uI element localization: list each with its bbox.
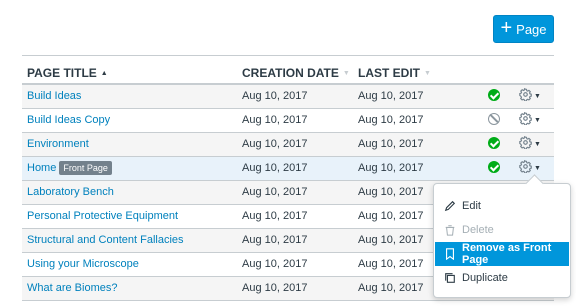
menu-item-duplicate[interactable]: Duplicate [434,266,570,290]
page-title-link[interactable]: Home [27,162,56,174]
gear-icon [519,88,532,104]
last-edit-cell: Aug 10, 2017 [353,108,481,133]
unpublished-icon[interactable] [488,112,500,125]
published-check-icon[interactable] [488,136,500,149]
actions-cell: ▼ [509,84,554,109]
status-cell [481,132,509,157]
page-title-link[interactable]: What are Biomes? [27,282,117,294]
duplicate-icon [443,272,456,285]
page-title-link[interactable]: Using your Microscope [27,258,139,270]
creation-date-cell: Aug 10, 2017 [237,84,353,109]
status-cell [481,156,509,181]
creation-date-cell: Aug 10, 2017 [237,156,353,181]
menu-item-label: Remove as Front Page [462,242,552,266]
gear-icon [519,135,532,152]
table-row: Home Front Page Aug 10, 2017 Aug 10, 2017… [22,156,554,181]
menu-item-label: Delete [462,224,494,236]
page-title-cell: Build Ideas [22,84,237,109]
column-header-creation-date[interactable]: CREATION DATE ▼ [237,62,353,85]
caret-down-icon: ▼ [534,92,541,100]
plus-icon: + [500,17,513,39]
column-header-status [481,62,509,85]
creation-date-cell: Aug 10, 2017 [237,204,353,229]
settings-gear-button[interactable]: ▼ [519,111,541,128]
bookmark-icon [444,248,456,261]
pencil-icon [443,200,456,213]
status-cell [481,108,509,133]
caret-down-icon: ▼ [534,140,541,148]
creation-date-cell: Aug 10, 2017 [237,180,353,205]
creation-date-cell: Aug 10, 2017 [237,276,353,301]
creation-date-cell: Aug 10, 2017 [237,228,353,253]
menu-item-edit[interactable]: Edit [434,194,570,218]
page-title-cell: Environment [22,132,237,157]
gear-icon [519,159,532,176]
page-title-cell: Build Ideas Copy [22,108,237,133]
menu-item-label: Edit [462,200,481,212]
creation-date-cell: Aug 10, 2017 [237,108,353,133]
last-edit-cell: Aug 10, 2017 [353,132,481,157]
divider [22,55,554,56]
gear-icon [519,111,532,128]
table-row: Build Ideas Copy Aug 10, 2017 Aug 10, 20… [22,108,554,133]
actions-cell: ▼ [509,108,554,133]
sort-icon: ▼ [342,69,350,77]
page-actions-menu: Edit Delete Remove as Front Page Duplicate [433,183,571,298]
menu-item-remove-as-front-page[interactable]: Remove as Front Page [435,242,569,266]
page-title-link[interactable]: Structural and Content Fallacies [27,234,184,246]
add-page-button[interactable]: + Page [493,15,554,43]
table-row: Build Ideas Aug 10, 2017 Aug 10, 2017 ▼ [22,84,554,109]
caret-down-icon: ▼ [534,116,541,124]
menu-item-delete[interactable]: Delete [434,218,570,242]
caret-down-icon: ▼ [534,164,541,172]
page-title-link[interactable]: Build Ideas [27,90,81,102]
last-edit-cell: Aug 10, 2017 [353,84,481,109]
page-title-cell: What are Biomes? [22,276,237,301]
status-cell [481,84,509,109]
settings-gear-button[interactable]: ▼ [519,135,541,152]
table-row: Environment Aug 10, 2017 Aug 10, 2017 ▼ [22,132,554,157]
settings-gear-button[interactable]: ▼ [519,88,541,104]
last-edit-cell: Aug 10, 2017 [353,156,481,181]
settings-gear-button[interactable]: ▼ [519,159,541,176]
sort-icon: ▼ [424,69,431,77]
creation-date-cell: Aug 10, 2017 [237,252,353,277]
table-header-row: PAGE TITLE ▲ CREATION DATE ▼ LAST EDIT ▼ [22,62,554,85]
page-title-cell: Home Front Page [22,156,237,181]
page-title-cell: Laboratory Bench [22,180,237,205]
column-header-last-edit[interactable]: LAST EDIT ▼ [353,62,481,85]
page-title-link[interactable]: Personal Protective Equipment [27,210,178,222]
page-title-link[interactable]: Laboratory Bench [27,186,114,198]
page-title-cell: Structural and Content Fallacies [22,228,237,253]
published-check-icon[interactable] [488,88,500,101]
column-header-page-title[interactable]: PAGE TITLE ▲ [22,62,237,85]
page-title-link[interactable]: Build Ideas Copy [27,114,110,126]
trash-icon [443,224,456,237]
page-title-cell: Using your Microscope [22,252,237,277]
column-header-actions [509,62,554,85]
page-title-cell: Personal Protective Equipment [22,204,237,229]
menu-item-label: Duplicate [462,272,508,284]
front-page-badge: Front Page [59,161,112,175]
published-check-icon[interactable] [488,160,500,173]
actions-cell: ▼ [509,132,554,157]
page-title-link[interactable]: Environment [27,138,89,150]
sort-ascending-icon: ▲ [100,69,108,77]
creation-date-cell: Aug 10, 2017 [237,132,353,157]
add-page-label: Page [516,21,547,37]
